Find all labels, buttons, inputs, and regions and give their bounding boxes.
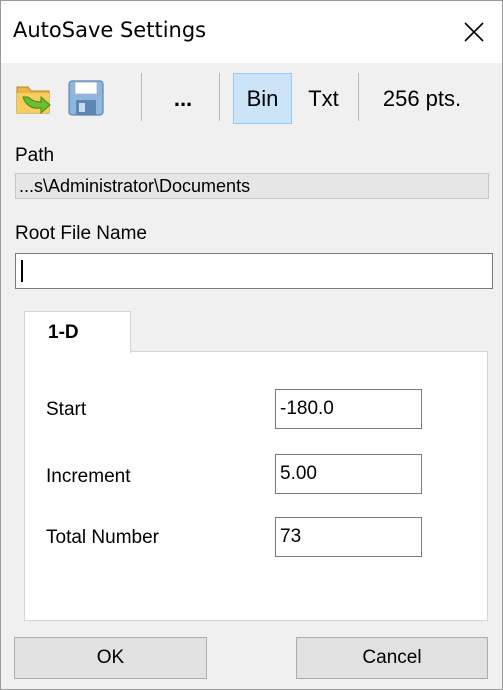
bin-format-button[interactable]: Bin [233, 73, 292, 124]
folder-arrow-icon [16, 86, 51, 115]
browse-label: ... [173, 86, 193, 111]
points-label: 256 pts. [382, 85, 462, 111]
close-button[interactable] [446, 1, 502, 63]
autosave-settings-window: AutoSave Settings ... Bin Txt 256 pts. P… [0, 0, 503, 690]
toolbar-separator [141, 73, 142, 121]
total-number-label: Total Number [46, 527, 159, 548]
total-number-input[interactable] [275, 517, 422, 557]
title-bar: AutoSave Settings [1, 1, 502, 63]
increment-input[interactable] [275, 454, 422, 494]
start-label: Start [46, 399, 87, 420]
toolbar: ... Bin Txt 256 pts. [1, 63, 502, 135]
start-input[interactable] [275, 389, 422, 429]
ok-label: OK [96, 647, 125, 668]
toolbar-separator [219, 73, 220, 121]
txt-format-button[interactable]: Txt [296, 73, 351, 124]
tab-1d-label: 1-D [48, 321, 79, 343]
root-file-name-label: Root File Name [15, 223, 147, 244]
path-label: Path [15, 145, 55, 166]
browse-button[interactable]: ... [161, 77, 205, 121]
root-file-name-input[interactable] [15, 253, 493, 289]
cancel-button[interactable]: Cancel [296, 637, 488, 679]
txt-label: Txt [308, 85, 339, 111]
save-button[interactable] [63, 75, 109, 121]
open-folder-button[interactable] [11, 75, 57, 121]
cancel-label: Cancel [362, 647, 422, 668]
toolbar-separator [358, 73, 359, 121]
window-title: AutoSave Settings [13, 18, 207, 42]
floppy-disk-icon [68, 80, 104, 116]
text-caret [21, 260, 23, 282]
tab-1d[interactable]: 1-D [24, 311, 131, 353]
points-button[interactable]: 256 pts. [367, 73, 477, 124]
path-field: ...s\Administrator\Documents [15, 173, 489, 199]
bin-label: Bin [246, 85, 279, 111]
ok-button[interactable]: OK [14, 637, 207, 679]
increment-label: Increment [46, 466, 131, 487]
close-icon [464, 22, 484, 42]
